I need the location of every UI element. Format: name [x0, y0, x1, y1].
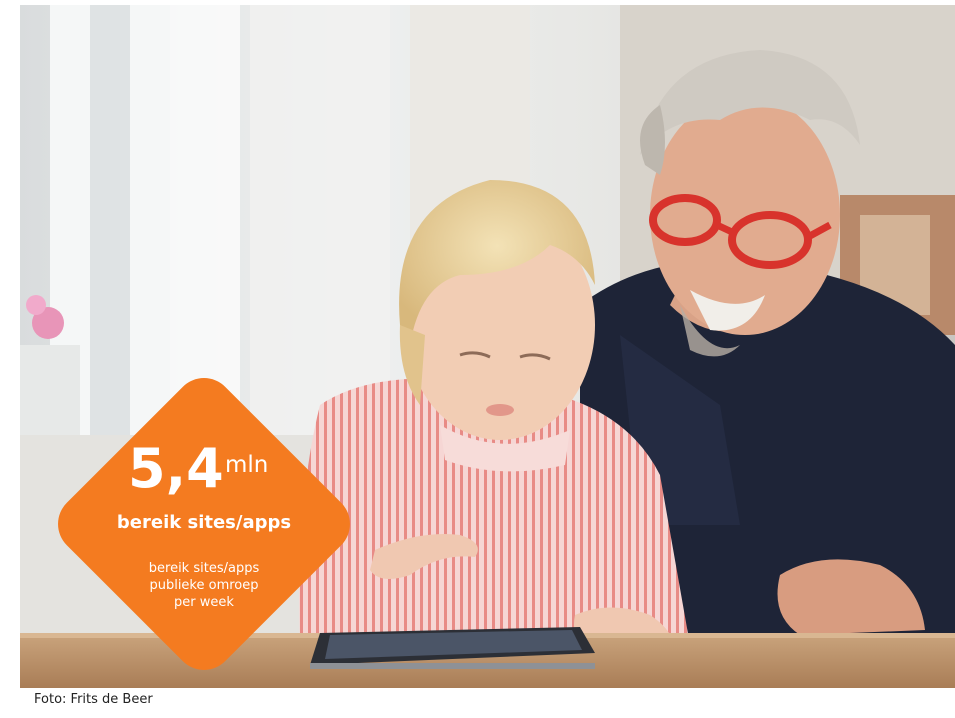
- description-line-1: bereik sites/apps: [148, 561, 260, 576]
- reach-number: 5,4: [128, 437, 224, 500]
- reach-headline: bereik sites/apps: [116, 512, 292, 533]
- description-line-2: publieke omroep: [149, 578, 259, 593]
- description-line-3: per week: [174, 595, 234, 610]
- photo-credit: Foto: Frits de Beer: [34, 692, 153, 707]
- page: 5,4 mln bereik sites/apps bereik sites/a…: [0, 0, 955, 718]
- reach-badge: 5,4 mln bereik sites/apps bereik sites/a…: [45, 365, 363, 683]
- reach-unit: mln: [225, 452, 269, 478]
- badge-content: 5,4 mln bereik sites/apps bereik sites/a…: [46, 366, 362, 682]
- reach-description: bereik sites/apps publieke omroep per we…: [46, 560, 362, 611]
